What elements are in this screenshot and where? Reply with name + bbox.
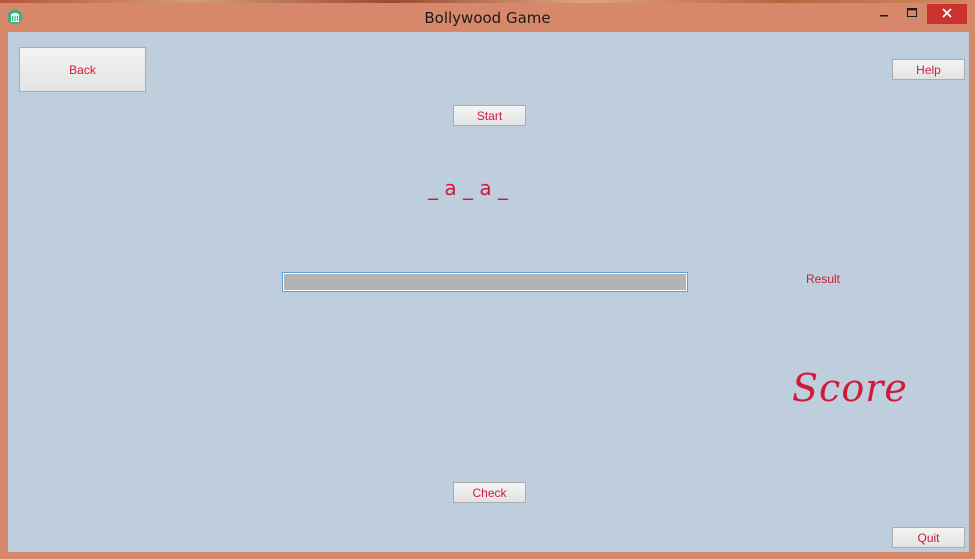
back-button[interactable]: Back bbox=[19, 47, 146, 92]
score-label: Score bbox=[792, 366, 908, 410]
start-button[interactable]: Start bbox=[453, 105, 526, 126]
result-label: Result bbox=[806, 272, 841, 286]
window-title: Bollywood Game bbox=[424, 9, 551, 27]
minimize-icon bbox=[880, 15, 888, 17]
help-button[interactable]: Help bbox=[892, 59, 965, 80]
close-button[interactable] bbox=[927, 4, 967, 24]
title-bar[interactable]: Bollywood Game bbox=[0, 3, 975, 32]
minimize-button[interactable] bbox=[870, 3, 898, 23]
maximize-icon bbox=[907, 8, 917, 17]
check-button[interactable]: Check bbox=[453, 482, 526, 503]
client-area: Back Help Start _ a _ a _ Result Score C… bbox=[8, 32, 969, 552]
close-icon bbox=[942, 8, 952, 18]
game-window: Bollywood Game Back Help Start _ a _ a _… bbox=[0, 0, 975, 559]
maximize-button[interactable] bbox=[898, 3, 926, 23]
quit-button[interactable]: Quit bbox=[892, 527, 965, 548]
puzzle-word-label: _ a _ a _ bbox=[428, 176, 508, 200]
answer-input[interactable] bbox=[282, 272, 688, 292]
